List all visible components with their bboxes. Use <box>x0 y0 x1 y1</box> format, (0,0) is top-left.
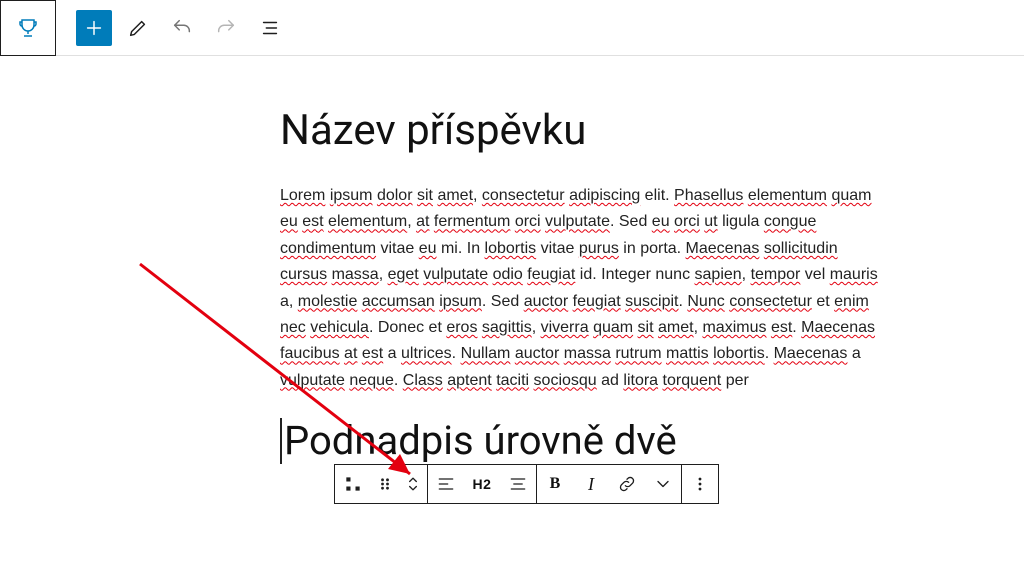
post-title[interactable]: Název příspěvku <box>280 106 1024 155</box>
heading-block[interactable]: Podnadpis úrovně dvě <box>280 418 1024 464</box>
drag-handle-icon[interactable] <box>371 465 399 503</box>
add-block-button[interactable] <box>76 10 112 46</box>
link-button[interactable] <box>609 465 645 503</box>
edit-mode-button[interactable] <box>120 10 156 46</box>
align-button[interactable] <box>428 465 464 503</box>
move-up-down-icon[interactable] <box>399 465 427 503</box>
editor-canvas: Název příspěvku Lorem ipsum dolor sit am… <box>0 56 1024 504</box>
top-toolbar <box>0 0 1024 56</box>
site-logo[interactable] <box>0 0 56 56</box>
text-align-button[interactable] <box>500 465 536 503</box>
block-toolbar: H2 B I <box>334 464 719 504</box>
heading-level-button[interactable]: H2 <box>464 465 500 503</box>
block-type-heading-icon[interactable] <box>335 465 371 503</box>
bold-button[interactable]: B <box>537 465 573 503</box>
italic-button[interactable]: I <box>573 465 609 503</box>
more-formatting-button[interactable] <box>645 465 681 503</box>
document-outline-button[interactable] <box>252 10 288 46</box>
more-options-button[interactable] <box>682 465 718 503</box>
redo-button[interactable] <box>208 10 244 46</box>
undo-button[interactable] <box>164 10 200 46</box>
paragraph-block[interactable]: Lorem ipsum dolor sit amet, consectetur … <box>280 183 880 394</box>
